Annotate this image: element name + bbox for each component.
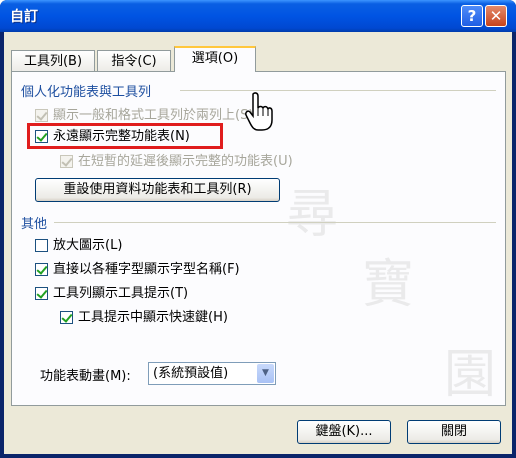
option-label: 工具提示中顯示快速鍵(H): [78, 310, 228, 325]
checkbox[interactable]: [35, 130, 48, 143]
tab-commands[interactable]: 指令(C): [97, 50, 171, 72]
chevron-down-icon[interactable]: ▼: [257, 364, 274, 383]
dropdown-value: (系統預設值): [153, 366, 229, 381]
option-label: 永遠顯示完整功能表(N): [53, 129, 190, 144]
menu-animation-label: 功能表動畫(M):: [40, 369, 131, 384]
tab-options[interactable]: 選項(O): [174, 46, 256, 72]
watermark-char: 尋: [286, 185, 339, 245]
help-button[interactable]: ?: [461, 5, 483, 27]
divider: [54, 222, 496, 223]
option-label: 放大圖示(L): [53, 238, 123, 253]
option-label: 顯示一般和格式工具列於兩列上(S): [53, 108, 254, 123]
reset-usage-button[interactable]: 重設使用資料功能表和工具列(R): [35, 178, 280, 202]
window-title: 自訂: [10, 9, 38, 25]
checkbox[interactable]: [35, 287, 48, 300]
menu-animation-dropdown[interactable]: (系統預設值) ▼: [148, 362, 276, 385]
close-window-button[interactable]: ✕: [485, 5, 507, 27]
watermark-char: 寶: [362, 255, 415, 315]
customize-dialog: 自訂 ? ✕ 工具列(B) 指令(C) 選項(O) 尋 寶 園 個人化功能表與工…: [0, 0, 516, 458]
tab-toolbars[interactable]: 工具列(B): [11, 50, 95, 72]
option-label: 工具列顯示工具提示(T): [53, 286, 189, 301]
close-icon: ✕: [489, 7, 503, 25]
hand-cursor-icon: [245, 92, 273, 131]
other-header: 其他: [21, 217, 48, 232]
title-bar[interactable]: 自訂 ? ✕: [0, 0, 516, 32]
option-label: 在短暫的延遲後顯示完整的功能表(U): [78, 154, 293, 169]
keyboard-button[interactable]: 鍵盤(K)...: [297, 420, 391, 444]
checkbox[interactable]: [35, 109, 48, 122]
close-button[interactable]: 關閉: [407, 420, 501, 444]
personalized-header: 個人化功能表與工具列: [21, 85, 152, 100]
checkbox[interactable]: [60, 155, 73, 168]
question-icon: ?: [467, 7, 477, 25]
checkbox[interactable]: [35, 263, 48, 276]
dialog-body: 工具列(B) 指令(C) 選項(O) 尋 寶 園 個人化功能表與工具列 顯示一般…: [4, 32, 512, 454]
watermark-char: 園: [444, 345, 497, 405]
checkbox[interactable]: [35, 239, 48, 252]
divider: [180, 90, 496, 91]
checkbox[interactable]: [60, 311, 73, 324]
option-label: 直接以各種字型顯示字型名稱(F): [53, 262, 240, 277]
